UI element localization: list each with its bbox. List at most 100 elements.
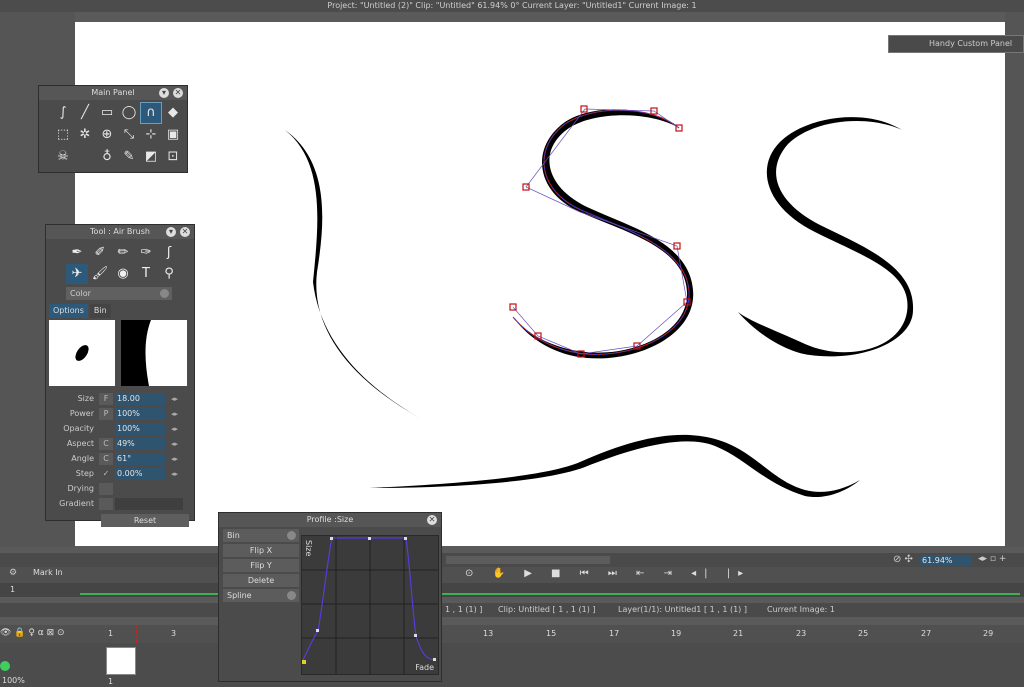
step-checkbox[interactable]: ✓ <box>99 468 113 480</box>
rectangle-tool-icon[interactable]: ▭ <box>97 103 117 123</box>
brush-tip-preview <box>49 320 115 386</box>
status-position: 1 , 1 (1) ] <box>445 605 483 614</box>
tool-panel-title: Tool : Air Brush ▾ ✕ <box>46 225 194 239</box>
opacity-row: Opacity 100% ◂▸ <box>46 421 194 436</box>
x-axis-label: Fade <box>415 663 434 672</box>
magic-wand-tool-icon[interactable]: ✲ <box>75 125 95 145</box>
cell-thumbnail[interactable] <box>106 647 136 675</box>
delete-button[interactable]: Delete <box>223 574 299 587</box>
skull-tool-icon[interactable]: ☠ <box>53 147 73 167</box>
smudge-tool-icon[interactable]: ⚲ <box>158 264 180 284</box>
playback-controls[interactable]: ⊙ ✋ ▶ ■ ⏮ ⏭ ⇤ ⇥ ◂| |▸ <box>465 568 751 579</box>
empty-slot <box>75 147 95 167</box>
tool-panel-title-text: Tool : Air Brush <box>90 227 150 236</box>
drying-row: Drying <box>46 481 194 496</box>
paper-tool-icon[interactable]: ◩ <box>141 147 161 167</box>
stepper-icon[interactable]: ◂▸ <box>171 410 178 418</box>
timeline-ruler[interactable]: 👁 🔒 ♀ α ⊠ ⊙ 1 3 13 15 17 19 21 23 25 27 … <box>0 625 1024 687</box>
power-pressure-toggle[interactable]: P <box>99 407 113 420</box>
fill-tool-icon[interactable]: ◉ <box>112 264 134 284</box>
brush-pen-icon[interactable]: ✑ <box>135 243 157 263</box>
camera-tool-icon[interactable]: ▣ <box>163 125 183 145</box>
drying-label: Drying <box>67 484 94 493</box>
zoom-stepper-icon[interactable]: ◂▸ ▫ + <box>978 554 1006 564</box>
step-value[interactable]: 0.00% <box>115 467 165 480</box>
airbrush-icon[interactable]: ✈ <box>66 264 88 284</box>
text-tool-icon[interactable]: T <box>135 264 157 284</box>
profile-curve-editor[interactable]: Size Fade <box>301 535 439 675</box>
stroke-left <box>285 130 420 418</box>
chevron-down-icon <box>287 531 296 540</box>
angle-toggle[interactable]: C <box>99 452 113 465</box>
close-icon[interactable]: ✕ <box>427 515 437 525</box>
stepper-icon[interactable]: ◂▸ <box>171 470 178 478</box>
opacity-value[interactable]: 100% <box>115 422 165 435</box>
color-dropdown[interactable]: Color <box>66 287 172 300</box>
horizontal-scrollbar[interactable] <box>446 556 610 564</box>
collapse-icon[interactable]: ▾ <box>159 88 169 98</box>
rotate-view-icon[interactable]: ⊘ ✣ <box>893 554 913 565</box>
crayon-brush-icon[interactable]: ✏ <box>112 243 134 263</box>
bezier-tool-icon[interactable]: ∩ <box>140 102 162 124</box>
size-value[interactable]: 18.00 <box>115 392 165 405</box>
timeline-tracks: 100% 1 <box>0 643 1024 687</box>
status-layer: Layer(1/1): Untitled1 [ 1 , 1 (1) ] <box>618 605 747 614</box>
line-tool-icon[interactable]: ╱ <box>75 103 95 123</box>
tool-options-panel: Tool : Air Brush ▾ ✕ ✒ ✐ ✏ ✑ ʃ ✈ 🖌 ◉ T ⚲… <box>45 224 195 527</box>
pen-tool-icon[interactable]: ✎ <box>119 147 139 167</box>
angle-value[interactable]: 61° <box>115 452 165 465</box>
gradient-swatch[interactable] <box>115 497 183 510</box>
size-pressure-toggle[interactable]: F <box>99 392 113 405</box>
handy-custom-panel[interactable]: Handy Custom Panel <box>888 35 1024 53</box>
title-bar: Project: "Untitled (2)" Clip: "Untitled"… <box>0 0 1024 12</box>
stepper-icon[interactable]: ◂▸ <box>171 425 178 433</box>
frame-slider[interactable]: 1 <box>0 583 1024 597</box>
chevron-down-icon <box>287 591 296 600</box>
layer-active-indicator[interactable] <box>0 661 10 671</box>
current-frame-value: 1 <box>10 585 16 594</box>
move-tool-icon[interactable]: ⊹ <box>141 125 161 145</box>
gradient-checkbox[interactable] <box>99 497 113 510</box>
hand-tool-icon[interactable]: ♁ <box>97 147 117 167</box>
flip-x-button[interactable]: Flip X <box>223 544 299 557</box>
stepper-icon[interactable]: ◂▸ <box>171 455 178 463</box>
track-zoom: 100% <box>2 676 25 685</box>
close-icon[interactable]: ✕ <box>180 227 190 237</box>
zoom-tool-icon[interactable]: ⊕ <box>97 125 117 145</box>
eraser-tool-icon[interactable]: ◆ <box>163 103 183 123</box>
spline-dropdown[interactable]: Spline <box>223 589 299 602</box>
reset-button[interactable]: Reset <box>101 514 189 527</box>
aspect-label: Aspect <box>66 439 94 448</box>
tab-options[interactable]: Options <box>49 304 88 318</box>
stepper-icon[interactable]: ◂▸ <box>171 440 178 448</box>
main-panel-title: Main Panel ▾ ✕ <box>39 86 187 100</box>
close-icon[interactable]: ✕ <box>173 88 183 98</box>
view-bar: ⊘ ✣ 61.94% ◂▸ ▫ + <box>0 553 1024 567</box>
aspect-toggle[interactable]: C <box>99 437 113 450</box>
bin-dropdown[interactable]: Bin <box>223 529 299 542</box>
marker-brush-icon[interactable]: ✐ <box>89 243 111 263</box>
settings-icon[interactable]: ⚙ <box>9 568 17 578</box>
pen-brush-icon[interactable]: ✒ <box>66 243 88 263</box>
layer-visibility-icons[interactable]: 👁 🔒 ♀ α ⊠ ⊙ <box>0 628 65 638</box>
zoom-field[interactable]: 61.94% <box>920 555 972 566</box>
drawing-canvas[interactable] <box>75 22 1005 546</box>
paint-brush-icon[interactable]: 🖌 <box>89 264 111 284</box>
transform-tool-icon[interactable]: ⤡ <box>119 125 139 145</box>
brush-tool-icon[interactable]: ∫ <box>53 103 73 123</box>
drying-checkbox[interactable] <box>99 482 113 495</box>
opacity-label: Opacity <box>63 424 94 433</box>
ellipse-tool-icon[interactable]: ◯ <box>119 103 139 123</box>
pencil-brush-icon[interactable]: ʃ <box>158 243 180 263</box>
power-value[interactable]: 100% <box>115 407 165 420</box>
tab-bin[interactable]: Bin <box>89 304 111 318</box>
aspect-value[interactable]: 49% <box>115 437 165 450</box>
status-clip: Clip: Untitled [ 1 , 1 (1) ] <box>498 605 596 614</box>
selection-tool-icon[interactable]: ⬚ <box>53 125 73 145</box>
collapse-icon[interactable]: ▾ <box>166 227 176 237</box>
opacity-toggle[interactable] <box>99 423 113 435</box>
flip-y-button[interactable]: Flip Y <box>223 559 299 572</box>
stepper-icon[interactable]: ◂▸ <box>171 395 178 403</box>
mask-tool-icon[interactable]: ⊡ <box>163 147 183 167</box>
main-panel-title-text: Main Panel <box>91 88 135 97</box>
